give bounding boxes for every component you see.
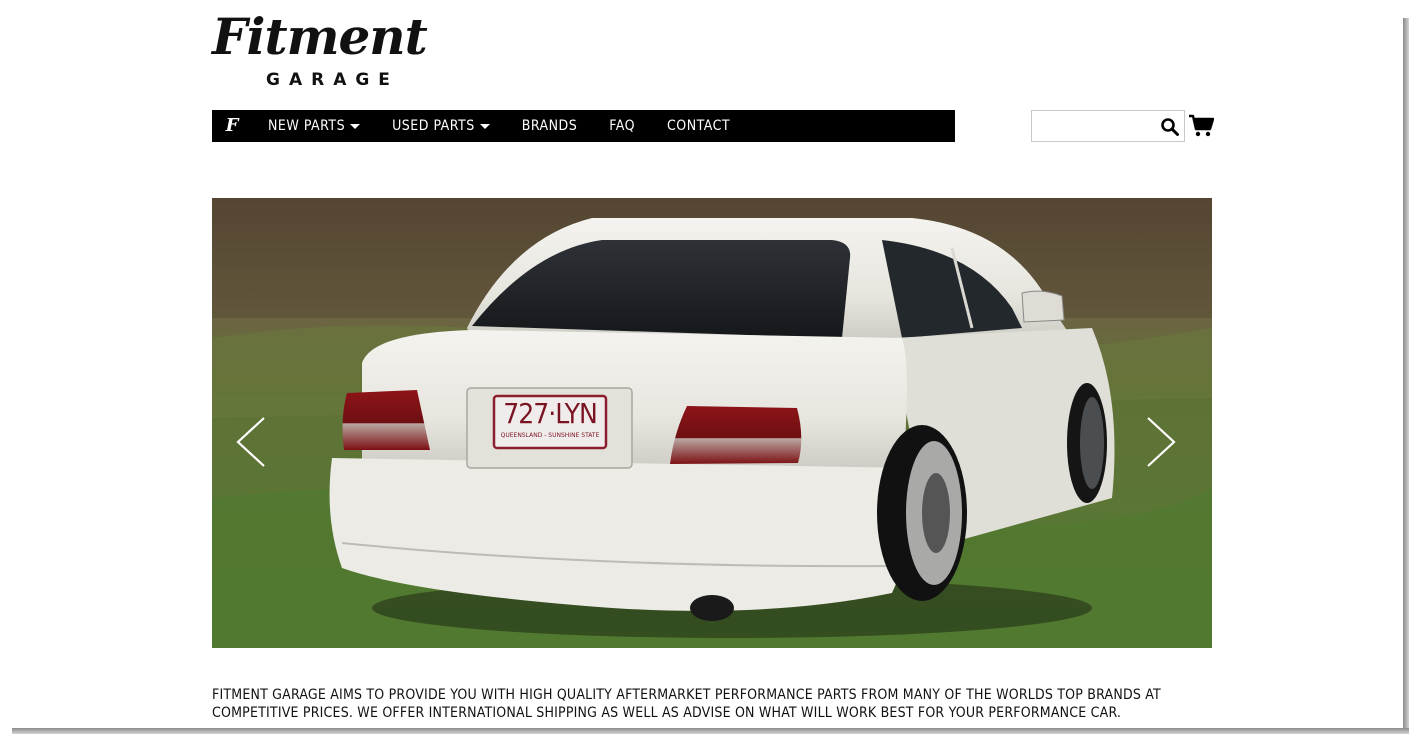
search-icon[interactable] xyxy=(1160,117,1180,137)
nav-new-parts[interactable]: NEW PARTS xyxy=(268,110,361,142)
chevron-right-icon[interactable] xyxy=(1144,416,1178,468)
caret-down-icon xyxy=(350,123,361,129)
plate-number: 727·LYN xyxy=(503,397,598,430)
nav-brands-label: BRANDS xyxy=(521,118,578,134)
intro-text: FITMENT GARAGE AIMS TO PROVIDE YOU WITH … xyxy=(212,687,1161,721)
search-input[interactable] xyxy=(1032,111,1152,141)
nav-faq[interactable]: FAQ xyxy=(609,110,635,142)
plate-state: QUEENSLAND - SUNSHINE STATE xyxy=(500,432,600,439)
nav-brands[interactable]: BRANDS xyxy=(522,110,578,142)
nav-new-parts-label: NEW PARTS xyxy=(268,118,346,134)
page-shadow xyxy=(12,728,1409,734)
nav-used-parts[interactable]: USED PARTS xyxy=(392,110,490,142)
logo-subtitle: GARAGE xyxy=(266,70,399,90)
home-logo-icon[interactable]: F xyxy=(222,110,242,142)
page-shadow xyxy=(1403,18,1409,730)
nav-faq-label: FAQ xyxy=(609,118,635,134)
license-plate: 727·LYN QUEENSLAND - SUNSHINE STATE xyxy=(494,396,606,448)
caret-down-icon xyxy=(479,123,490,129)
chevron-left-icon[interactable] xyxy=(234,416,268,468)
cart-icon[interactable] xyxy=(1188,114,1214,138)
hero-carousel[interactable]: 727·LYN QUEENSLAND - SUNSHINE STATE xyxy=(212,198,1212,648)
search-box xyxy=(1031,110,1185,142)
site-logo[interactable]: Fitment GARAGE xyxy=(212,8,428,92)
hero-image xyxy=(212,198,1212,648)
logo-wordmark: Fitment xyxy=(212,7,428,66)
main-navbar: F NEW PARTS USED PARTS BRANDS FAQ CONTAC… xyxy=(212,110,955,142)
nav-contact[interactable]: CONTACT xyxy=(667,110,730,142)
nav-contact-label: CONTACT xyxy=(667,118,731,134)
nav-used-parts-label: USED PARTS xyxy=(392,118,475,134)
